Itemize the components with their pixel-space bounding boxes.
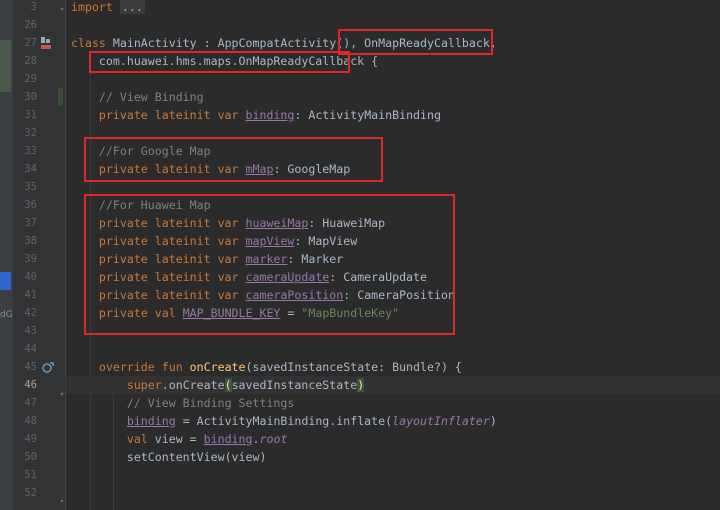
highlight-box-google-map <box>84 137 383 182</box>
argument: savedInstanceState <box>231 378 358 392</box>
fold-arrow-icon[interactable]: ▸ <box>60 4 65 13</box>
keyword: class <box>71 36 106 50</box>
implemented-interface-icon[interactable] <box>40 36 52 53</box>
line-number: 33 <box>24 145 37 157</box>
line-number-current: 46 <box>24 379 37 391</box>
line-number: 35 <box>24 181 37 193</box>
keyword: import <box>71 0 113 14</box>
line-number: 44 <box>24 343 37 355</box>
code-line-47: // View Binding Settings <box>66 394 720 412</box>
side-active-strip <box>0 40 11 92</box>
comment: // View Binding <box>98 90 204 104</box>
property-name: binding <box>126 414 176 428</box>
matched-paren: ( <box>224 378 232 392</box>
line-number: 27 <box>24 37 37 49</box>
line-number: 40 <box>24 271 37 283</box>
function-name: onCreate <box>189 360 246 374</box>
line-number: 51 <box>24 469 37 481</box>
fold-arrow-icon[interactable]: ▸ <box>60 496 65 505</box>
line-number: 36 <box>24 199 37 211</box>
line-number: 48 <box>24 415 37 427</box>
code-line-46-current: super.onCreate(savedInstanceState) <box>66 376 720 394</box>
line-number: 31 <box>24 109 37 121</box>
argument: layoutInflater <box>392 414 490 428</box>
inflate-call: = ActivityMainBinding.inflate( <box>175 414 393 428</box>
line-number: 52 <box>24 487 37 499</box>
matched-paren: ) <box>357 378 365 392</box>
folded-imports[interactable]: ... <box>119 0 145 14</box>
side-selected-strip <box>0 272 11 290</box>
line-number: 30 <box>24 91 37 103</box>
line-number: 28 <box>24 55 37 67</box>
code-line-45: override fun onCreate(savedInstanceState… <box>66 358 720 376</box>
dot: . <box>252 432 260 446</box>
class-open-brace: { <box>364 54 379 68</box>
method-call: setContentView(view) <box>126 450 267 464</box>
line-number: 37 <box>24 217 37 229</box>
line-number: 49 <box>24 433 37 445</box>
highlight-box-huawei-map <box>84 194 455 335</box>
highlight-box-google-callback <box>338 29 493 55</box>
code-line-50: setContentView(view) <box>66 448 720 466</box>
side-tool-panel: Te dGi <box>0 0 13 510</box>
line-number: 39 <box>24 253 37 265</box>
fold-arrow-icon[interactable]: ▸ <box>60 389 65 398</box>
override-method-icon[interactable] <box>42 362 54 377</box>
line-number: 47 <box>24 397 37 409</box>
line-number: 38 <box>24 235 37 247</box>
line-number: 50 <box>24 451 37 463</box>
property-name: binding <box>203 432 253 446</box>
line-number: 42 <box>24 307 37 319</box>
method-call: .onCreate <box>161 378 225 392</box>
line-number: 29 <box>24 73 37 85</box>
code-line-30: // View Binding <box>66 88 720 106</box>
line-number: 45 <box>24 361 37 373</box>
class-declaration: MainActivity : AppCompatActivity(), <box>105 36 365 50</box>
highlight-box-huawei-callback <box>89 51 350 73</box>
assignment: view = <box>147 432 204 446</box>
comment: // View Binding Settings <box>126 396 295 410</box>
line-number: 32 <box>24 127 37 139</box>
code-line-3: import ... <box>66 0 720 16</box>
code-line-49: val view = binding.root <box>66 430 720 448</box>
line-number: 26 <box>24 19 37 31</box>
keyword: super <box>126 378 162 392</box>
keyword: val <box>126 432 148 446</box>
line-number: 34 <box>24 163 37 175</box>
code-line-48: binding = ActivityMainBinding.inflate(la… <box>66 412 720 430</box>
function-params: (savedInstanceState: Bundle?) { <box>245 360 462 374</box>
side-tab-bottom[interactable]: dGi <box>0 310 13 320</box>
line-number: 3 <box>30 1 37 13</box>
code-line-31: private lateinit var binding: ActivityMa… <box>66 106 720 124</box>
keyword: private lateinit var <box>98 108 246 122</box>
line-number: 43 <box>24 325 37 337</box>
property-name: binding <box>245 108 295 122</box>
vcs-change-marker[interactable] <box>58 88 63 106</box>
line-number: 41 <box>24 289 37 301</box>
close-paren: ) <box>489 414 497 428</box>
keyword: override fun <box>98 360 190 374</box>
property-type: : ActivityMainBinding <box>294 108 441 122</box>
property-name: root <box>259 432 288 446</box>
